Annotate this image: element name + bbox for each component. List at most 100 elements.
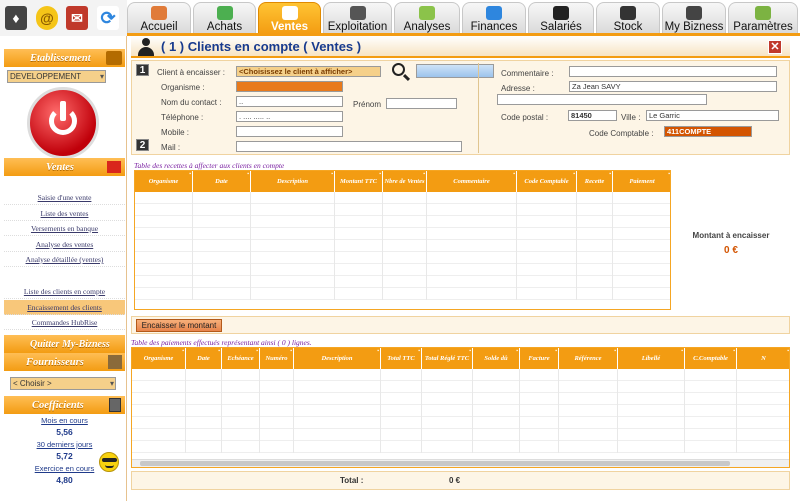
column-header[interactable]: Code Comptable	[517, 171, 577, 192]
table-row[interactable]	[132, 369, 789, 381]
tab-exploitation[interactable]: Exploitation	[323, 2, 392, 34]
tab-accueil[interactable]: Accueil	[127, 2, 191, 34]
tab-stock[interactable]: Stock	[596, 2, 660, 34]
table-row[interactable]	[132, 429, 789, 441]
close-icon[interactable]: ✕	[768, 40, 782, 54]
column-header[interactable]: Facture	[520, 348, 559, 369]
tab-analyses[interactable]: Analyses	[394, 2, 460, 34]
tab-salaris[interactable]: Salariés	[528, 2, 594, 34]
sidebar-link[interactable]: Analyse détaillée (ventes)	[4, 252, 125, 267]
table-cell	[383, 252, 427, 264]
tab-label: Ventes	[270, 21, 309, 33]
tab-paramtres[interactable]: Paramètres	[728, 2, 798, 34]
column-header[interactable]: Description	[294, 348, 381, 369]
column-header[interactable]: Echéance	[222, 348, 260, 369]
tab-achats[interactable]: Achats	[193, 2, 256, 34]
adresse-field-2[interactable]	[497, 94, 707, 105]
contact-field[interactable]: ..	[236, 96, 343, 107]
sidebar-link[interactable]: Liste des ventes	[4, 206, 125, 221]
table-row[interactable]	[132, 441, 789, 453]
sidebar-link[interactable]: Encaissement des clients	[4, 299, 125, 315]
column-header[interactable]: Référence	[559, 348, 618, 369]
table-cell	[427, 216, 517, 228]
table-row[interactable]	[135, 252, 670, 264]
client-select[interactable]: <Choisissez le client à afficher>	[236, 66, 381, 77]
table-row[interactable]	[135, 276, 670, 288]
column-header[interactable]: Paiement	[613, 171, 670, 192]
sidebar-link[interactable]: Commandes HubRise	[4, 315, 125, 330]
column-header[interactable]: Total TTC	[381, 348, 422, 369]
table-row[interactable]	[132, 405, 789, 417]
column-header[interactable]: Nbre de Ventes	[383, 171, 427, 192]
table-cell	[517, 240, 577, 252]
column-header[interactable]: Montant TTC	[335, 171, 383, 192]
tab-mybizness[interactable]: My Bizness	[662, 2, 726, 34]
table-row[interactable]	[135, 288, 670, 300]
tab-label: My Bizness	[664, 21, 724, 33]
column-header[interactable]: Organisme	[135, 171, 193, 192]
adresse-field[interactable]: Za Jean SAVY	[569, 81, 777, 92]
refresh-icon[interactable]: ⟳	[97, 6, 119, 30]
search-field[interactable]	[416, 64, 494, 78]
table-row[interactable]	[135, 204, 670, 216]
column-header[interactable]: Date	[186, 348, 222, 369]
mail-field[interactable]	[236, 141, 462, 152]
table-cell	[335, 204, 383, 216]
column-header[interactable]: Solde dû	[473, 348, 520, 369]
suit-icon[interactable]: ♦	[5, 6, 27, 30]
column-header[interactable]: Numéro	[260, 348, 294, 369]
telephone-field[interactable]: . .... ..... ..	[236, 111, 343, 122]
prenom-field[interactable]	[386, 98, 457, 109]
code-comptable-field[interactable]: 411COMPTE	[664, 126, 752, 137]
column-header[interactable]: N	[737, 348, 789, 369]
table-row[interactable]	[135, 192, 670, 204]
ville-field[interactable]: Le Garric	[646, 110, 779, 121]
table-row[interactable]	[135, 264, 670, 276]
paiements-table[interactable]: OrganismeDateEchéanceNuméroDescriptionTo…	[131, 347, 790, 468]
commentaire-field[interactable]	[569, 66, 777, 77]
sidebar-link[interactable]: Saisie d'une vente	[4, 190, 125, 205]
quit-button[interactable]: Quitter My-Bizness	[4, 335, 125, 353]
form-divider	[478, 63, 479, 153]
coef-label[interactable]: 30 derniers jours	[4, 440, 125, 449]
fournisseurs-select[interactable]: < Choisir >	[10, 377, 116, 390]
table-cell	[381, 381, 422, 393]
power-icon[interactable]	[27, 87, 99, 159]
sidebar-link[interactable]: Analyse des ventes	[4, 237, 125, 252]
etablissement-select[interactable]: DEVELOPPEMENT	[7, 70, 106, 83]
table-row[interactable]	[135, 228, 670, 240]
table-cell	[422, 369, 473, 381]
table-cell	[383, 264, 427, 276]
table-row[interactable]	[132, 417, 789, 429]
recettes-table[interactable]: OrganismeDateDescriptionMontant TTCNbre …	[134, 170, 671, 310]
column-header[interactable]: Recette	[577, 171, 613, 192]
table-row[interactable]	[135, 240, 670, 252]
email-icon[interactable]: @	[36, 6, 58, 30]
tab-finances[interactable]: Finances	[462, 2, 526, 34]
coef-label[interactable]: Mois en cours	[4, 416, 125, 425]
fax-icon[interactable]: ✉	[66, 6, 88, 30]
table-row[interactable]	[135, 216, 670, 228]
tab-ventes[interactable]: Ventes	[258, 2, 321, 34]
encaisser-button[interactable]: Encaisser le montant	[136, 319, 222, 332]
search-icon[interactable]	[391, 62, 411, 82]
home-icon	[151, 6, 167, 20]
sidebar-link[interactable]: Liste des clients en compte	[4, 284, 125, 299]
organisme-field[interactable]	[236, 81, 343, 92]
cp-field[interactable]: 81450	[568, 110, 617, 121]
tab-label: Exploitation	[327, 21, 388, 33]
table-cell	[251, 204, 335, 216]
column-header[interactable]: Total Réglé TTC	[422, 348, 473, 369]
sidebar-link[interactable]: Versements en banque	[4, 221, 125, 236]
horizontal-scrollbar[interactable]	[132, 459, 789, 467]
table-row[interactable]	[132, 381, 789, 393]
mobile-field[interactable]	[236, 126, 343, 137]
table-cell	[517, 204, 577, 216]
column-header[interactable]: Organisme	[132, 348, 186, 369]
column-header[interactable]: C.Comptable	[685, 348, 737, 369]
column-header[interactable]: Date	[193, 171, 251, 192]
column-header[interactable]: Libellé	[618, 348, 685, 369]
column-header[interactable]: Description	[251, 171, 335, 192]
table-row[interactable]	[132, 393, 789, 405]
column-header[interactable]: Commentaire	[427, 171, 517, 192]
